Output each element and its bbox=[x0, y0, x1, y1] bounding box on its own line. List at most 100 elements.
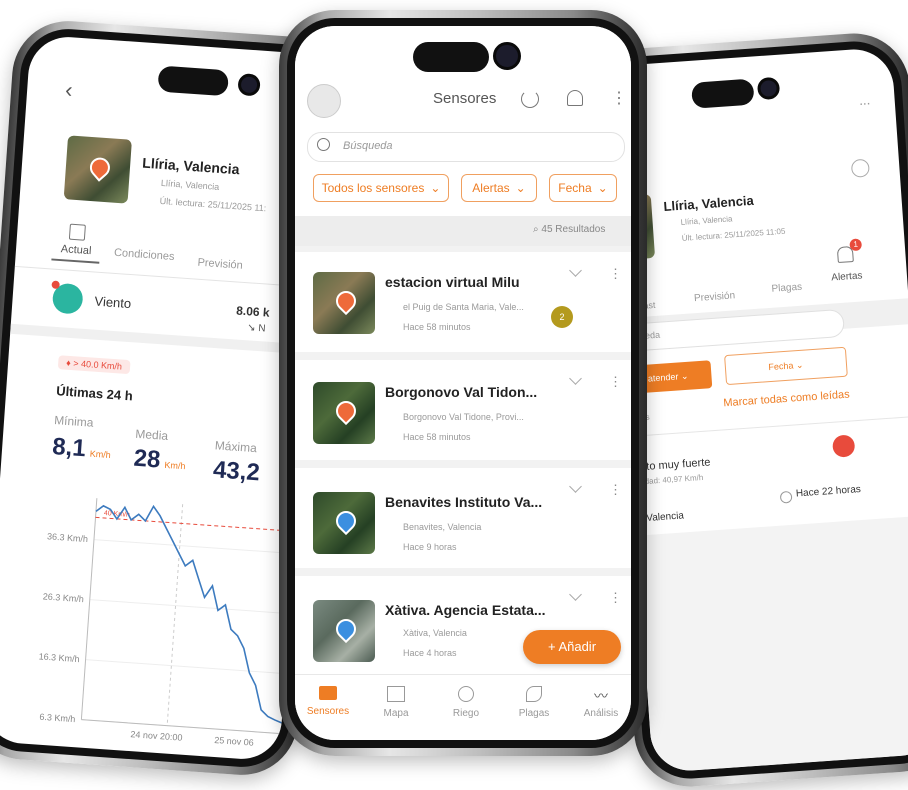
right-screen: ··· Llíria, Valencia Llíria, Valencia Úl… bbox=[603, 46, 908, 774]
list-item[interactable]: Benavites Instituto Va... Benavites, Val… bbox=[295, 468, 631, 568]
bell-icon[interactable] bbox=[567, 90, 583, 106]
nav-sensores[interactable]: Sensores bbox=[303, 686, 353, 717]
mark-all-read-link[interactable]: Marcar todas como leídas bbox=[723, 389, 850, 410]
tab-prevision[interactable]: Previsión bbox=[197, 257, 243, 272]
menu-icon[interactable]: ⋮ bbox=[611, 88, 627, 108]
item-menu-icon[interactable]: ⋮ bbox=[609, 482, 622, 498]
nav-mapa[interactable]: Mapa bbox=[371, 686, 421, 719]
nav-label: Riego bbox=[452, 708, 480, 719]
refresh-icon[interactable] bbox=[521, 90, 539, 108]
y-axis bbox=[80, 498, 98, 720]
sensor-thumbnail bbox=[313, 272, 375, 334]
sensor-thumbnail bbox=[313, 600, 375, 662]
min-value: 8,1 bbox=[51, 432, 87, 463]
sensor-name: Benavites Instituto Va... bbox=[385, 494, 543, 510]
sensor-time: Hace 9 horas bbox=[403, 542, 457, 552]
tab-prevision[interactable]: Previsión bbox=[694, 290, 736, 304]
chevron-down-icon: ⌄ bbox=[430, 181, 441, 195]
x-marker-line bbox=[166, 504, 184, 726]
back-icon[interactable]: ‹ bbox=[64, 77, 73, 103]
filter-all-sensors[interactable]: Todos los sensores ⌄ bbox=[313, 174, 449, 202]
location-name: Llíria, Valencia bbox=[141, 154, 240, 178]
alert-badge: 1 bbox=[849, 238, 863, 252]
more-icon[interactable]: ··· bbox=[858, 94, 870, 111]
y-tick-label: 36.3 Km/h bbox=[47, 531, 89, 544]
item-menu-icon[interactable]: ⋮ bbox=[609, 266, 622, 282]
nav-label: Mapa bbox=[383, 708, 409, 719]
list-item[interactable]: Borgonovo Val Tidon... Borgonovo Val Tid… bbox=[295, 360, 631, 460]
max-value: 43,2 bbox=[212, 456, 261, 487]
tab-alertas[interactable]: 1 Alertas bbox=[821, 238, 872, 286]
sensor-thumbnail bbox=[313, 382, 375, 444]
filter-date[interactable]: Fecha ⌄ bbox=[549, 174, 617, 202]
chevron-down-icon[interactable] bbox=[569, 264, 582, 277]
wind-series-line bbox=[95, 504, 282, 724]
sensor-time: Hace 58 minutos bbox=[403, 432, 471, 442]
wind-chart: 36.3 Km/h26.3 Km/h16.3 Km/h6.3 Km/h40 Km… bbox=[38, 498, 296, 748]
tab-label: Actual bbox=[60, 243, 92, 258]
sensor-icon bbox=[319, 686, 337, 700]
sensor-location: Benavites, Valencia bbox=[403, 522, 482, 532]
nav-analisis[interactable]: 〰 Análisis bbox=[575, 686, 627, 719]
irrigation-icon bbox=[458, 686, 474, 702]
calendar-icon bbox=[68, 223, 86, 241]
x-axis bbox=[81, 719, 281, 735]
avg-unit: Km/h bbox=[164, 459, 186, 472]
sensor-direction: ↘ N bbox=[246, 322, 266, 335]
center-phone: Sensores ⋮ Búsqueda Todos los sensores ⌄ … bbox=[279, 10, 647, 756]
chevron-down-icon[interactable] bbox=[569, 480, 582, 493]
tab-plagas[interactable]: Plagas bbox=[771, 282, 802, 295]
wifi-icon[interactable] bbox=[850, 158, 870, 178]
search-icon bbox=[317, 138, 330, 151]
clock-icon bbox=[779, 490, 793, 504]
tab-actual[interactable]: Actual bbox=[51, 222, 102, 264]
add-button[interactable]: + Añadir bbox=[523, 630, 621, 664]
location-thumbnail bbox=[63, 135, 132, 204]
list-item[interactable]: estacion virtual Milu el Puig de Santa M… bbox=[295, 252, 631, 352]
sensor-name: Borgonovo Val Tidon... bbox=[385, 384, 538, 400]
results-count: ⌕ 45 Resultados bbox=[533, 224, 606, 235]
filter-label: Fecha bbox=[768, 360, 794, 373]
map-icon bbox=[387, 686, 405, 702]
stat-max-label: Máxima bbox=[214, 438, 258, 456]
filter-date[interactable]: Fecha ⌄ bbox=[724, 346, 848, 386]
sensor-label: Viento bbox=[94, 293, 132, 312]
chevron-down-icon[interactable] bbox=[569, 588, 582, 601]
x-tick-label: 25 nov 06 bbox=[214, 735, 254, 748]
threshold-line bbox=[95, 516, 296, 532]
location-name: Llíria, Valencia bbox=[663, 192, 755, 215]
grid-line bbox=[93, 539, 294, 555]
item-menu-icon[interactable]: ⋮ bbox=[609, 374, 622, 390]
sensor-thumbnail bbox=[313, 492, 375, 554]
pest-icon bbox=[526, 686, 542, 702]
tab-condiciones[interactable]: Condiciones bbox=[114, 247, 175, 263]
avg-value: 28 bbox=[132, 444, 162, 474]
sensor-name: estacion virtual Milu bbox=[385, 274, 520, 290]
profile-avatar[interactable] bbox=[307, 84, 341, 118]
nav-plagas[interactable]: Plagas bbox=[509, 686, 559, 719]
filter-label: Fecha bbox=[558, 181, 592, 195]
chevron-down-icon: ⌄ bbox=[515, 181, 526, 195]
min-unit: Km/h bbox=[89, 448, 112, 461]
filter-alerts[interactable]: Alertas ⌄ bbox=[461, 174, 537, 202]
filter-label: Todos los sensores bbox=[321, 181, 425, 195]
location-sub: Llíria, Valencia bbox=[160, 177, 220, 192]
alert-chip: ♦ > 40.0 Km/h bbox=[57, 355, 131, 375]
sensor-name: Xàtiva. Agencia Estata... bbox=[385, 602, 546, 618]
y-tick-label: 26.3 Km/h bbox=[43, 591, 85, 604]
last-reading: Últ. lectura: 25/11/2025 11:05 bbox=[681, 226, 786, 243]
y-tick-label: 16.3 Km/h bbox=[38, 651, 80, 664]
chevron-down-icon[interactable] bbox=[569, 372, 582, 385]
sensor-location: Borgonovo Val Tidone, Provi... bbox=[403, 412, 524, 422]
sensor-location: Xàtiva, Valencia bbox=[403, 628, 467, 638]
grid-line bbox=[89, 599, 290, 615]
sensor-time: Hace 4 horas bbox=[403, 648, 457, 658]
bell-icon: 1 bbox=[836, 238, 863, 264]
nav-riego[interactable]: Riego bbox=[441, 686, 491, 719]
pest-badge: 2 bbox=[551, 306, 573, 328]
stat-avg-value: 28 Km/h bbox=[133, 445, 187, 477]
results-text: 45 Resultados bbox=[541, 224, 606, 235]
item-menu-icon[interactable]: ⋮ bbox=[609, 590, 622, 606]
sensor-value: 8.06 k bbox=[235, 303, 271, 320]
tab-label: Alertas bbox=[830, 270, 863, 284]
